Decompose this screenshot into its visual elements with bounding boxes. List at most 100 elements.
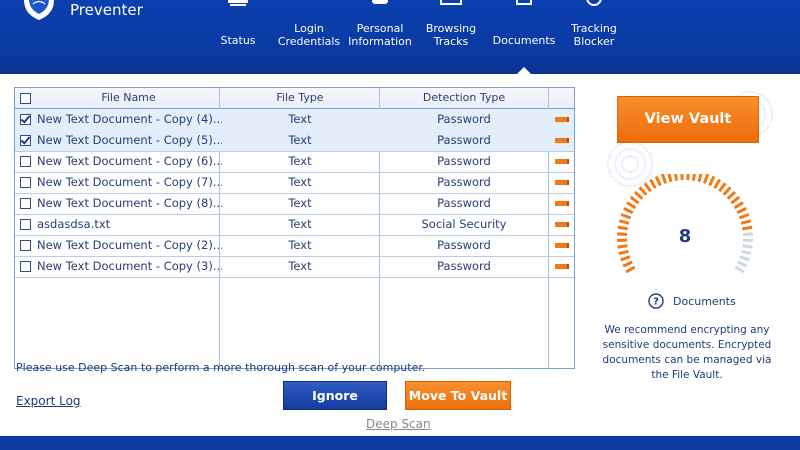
gauge-tick [730,195,741,205]
file-type-cell: Text [288,196,312,210]
row-checkbox[interactable] [20,177,31,188]
gauge-tick [638,186,648,196]
nav-browsing-tracks[interactable]: Browsing Tracks [420,0,482,74]
gauge-tick [691,174,696,181]
vault-recommendation: We recommend encrypting any sensitive do… [602,324,772,381]
nav-tracking-blocker-label: Tracking Blocker [566,22,622,48]
table-row[interactable]: New Text Document - Copy (5)... Text Passw… [15,130,574,152]
file-name-cell: New Text Document - Copy (5)... [37,133,222,147]
gauge-tick [739,255,750,262]
row-checkbox[interactable] [20,156,31,167]
detection-type-cell: Password [437,259,491,273]
severity-flag-icon [555,159,569,164]
detection-type-cell: Password [437,238,491,252]
gauge-tick [736,207,747,215]
row-checkbox[interactable] [20,219,31,230]
gauge-tick [741,249,752,256]
nav-browsing-tracks-label: Browsing Tracks [420,22,482,48]
gauge-tick [629,195,640,205]
database-icon [372,0,388,4]
select-all-checkbox[interactable] [20,93,31,104]
detection-type-cell: Social Security [421,217,507,231]
nav-label-text: Personal Information [348,22,412,48]
move-to-vault-button[interactable]: Move To Vault [405,381,511,410]
column-header-detection-type[interactable]: Detection Type [380,88,548,108]
column-header-file-name[interactable]: File Name [37,88,220,108]
export-log-link[interactable]: Export Log [16,394,81,408]
documents-table: File Name File Type Detection Type New T… [14,87,575,369]
view-vault-button[interactable]: View Vault [617,96,759,143]
file-type-cell: Text [288,133,312,147]
file-type-cell: Text [288,259,312,273]
row-checkbox[interactable] [20,261,31,272]
gauge-tick [733,201,744,210]
gauge-tick [718,182,727,193]
table-row[interactable]: New Text Document - Copy (3)... Text Passw… [15,256,574,278]
svg-text:?: ? [653,297,659,308]
file-type-cell: Text [288,217,312,231]
file-type-cell: Text [288,238,312,252]
file-name-cell: New Text Document - Copy (8)... [37,196,222,210]
gauge-tick [626,201,637,210]
gauge-tick [674,174,679,181]
severity-flag-icon [555,138,569,143]
app-brand: Preventer [70,1,143,19]
detection-type-cell: Password [437,154,491,168]
gauge-tick [620,213,632,220]
nav-label-text: Browsing Tracks [425,22,477,48]
gauge-tick [643,182,652,193]
table-row[interactable]: New Text Document - Copy (8)... Text Passw… [15,193,574,215]
table-row[interactable]: asdasdsa.txt Text Social Security [15,214,574,236]
block-icon [586,0,602,6]
top-header: Preventer Status Login Credentials Perso… [0,0,800,74]
shield-icon [24,0,54,20]
row-checkbox[interactable] [20,114,31,125]
table-header: File Name File Type Detection Type [15,88,574,109]
table-row[interactable]: New Text Document - Copy (4)... Text Passw… [15,109,574,131]
nav-personal-information-label: Personal Information [348,22,412,48]
gauge-tick [654,175,662,187]
deep-scan-link[interactable]: Deep Scan [366,417,431,431]
gauge-tick [726,190,737,200]
row-checkbox[interactable] [20,135,31,146]
gauge-tick [697,174,703,183]
severity-flag-icon [555,264,569,269]
file-name-cell: New Text Document - Copy (2)... [37,238,222,252]
nav-personal-information[interactable]: Personal Information [348,0,412,74]
detection-type-cell: Password [437,175,491,189]
gauge-tick [702,174,710,184]
gauge-tick [722,186,732,196]
gauge-tick [740,219,752,225]
gauge-tick [648,178,657,189]
gauge-tick [737,260,748,268]
table-row[interactable]: New Text Document - Copy (2)... Text Passw… [15,235,574,257]
gauge-tick [713,178,722,189]
gauge-tick [625,265,636,274]
document-icon [516,0,532,5]
nav-status[interactable]: Status [213,0,263,74]
gauge-tick [618,249,629,256]
gauge-tick [667,174,673,183]
question-icon[interactable]: ? [648,293,664,309]
severity-flag-icon [555,243,569,248]
file-name-cell: New Text Document - Copy (3)... [37,259,222,273]
monitor-icon [228,0,248,6]
footer-bar [0,436,800,450]
nav-login-credentials[interactable]: Login Credentials [277,0,341,74]
row-checkbox[interactable] [20,198,31,209]
table-row[interactable]: New Text Document - Copy (6)... Text Passw… [15,151,574,173]
file-type-cell: Text [288,175,312,189]
gauge-tick [623,207,634,215]
row-checkbox[interactable] [20,240,31,251]
file-type-cell: Text [288,154,312,168]
deep-scan-note: Please use Deep Scan to perform a more t… [16,361,426,374]
column-header-file-type[interactable]: File Type [220,88,380,108]
gauge-tick [738,213,750,220]
nav-documents-label: Documents [492,34,556,47]
nav-status-label: Status [220,34,256,47]
nav-documents[interactable]: Documents [492,0,556,74]
ignore-button[interactable]: Ignore [283,381,387,410]
table-row[interactable]: New Text Document - Copy (7)... Text Passw… [15,172,574,194]
nav-tracking-blocker[interactable]: Tracking Blocker [566,0,622,74]
file-name-cell: asdasdsa.txt [37,217,111,231]
